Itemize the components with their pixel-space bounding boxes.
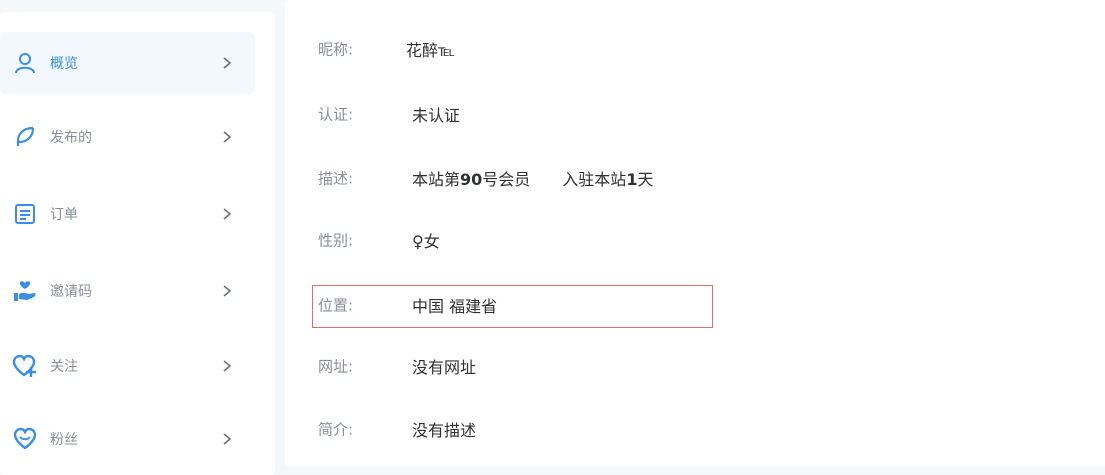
- location-row: 位置: 中国 福建省: [285, 285, 1105, 325]
- sidebar-item-label: 订单: [50, 207, 78, 223]
- nickname-value: 花醉℡: [406, 41, 456, 60]
- description-row: 描述: 本站第90号会员 入驻本站1天: [285, 158, 1105, 198]
- sidebar-item-label: 粉丝: [50, 432, 78, 448]
- feather-icon: [12, 124, 38, 150]
- auth-value: 未认证: [412, 106, 461, 125]
- chevron-right-icon: [223, 57, 232, 69]
- auth-label: 认证:: [318, 105, 354, 124]
- gender-row: 性别: ♀女: [285, 220, 1105, 260]
- intro-label: 简介:: [318, 420, 354, 439]
- location-label: 位置:: [318, 296, 354, 315]
- sidebar-item-overview[interactable]: 概览: [0, 32, 255, 94]
- location-value: 中国 福建省: [412, 297, 498, 316]
- sidebar-item-invite-code[interactable]: 邀请码: [0, 260, 255, 322]
- sidebar-item-orders[interactable]: 订单: [0, 183, 255, 245]
- description-text: 号会员: [482, 170, 531, 189]
- description-text: 天: [637, 170, 654, 189]
- description-text: 入驻本站: [562, 170, 627, 189]
- description-text: 本站第: [412, 170, 461, 189]
- heart-plus-icon: [12, 353, 38, 379]
- sidebar-item-label: 概览: [50, 56, 78, 72]
- nickname-label: 昵称:: [318, 40, 354, 59]
- document-icon: [12, 201, 38, 227]
- sidebar-item-label: 关注: [50, 359, 78, 375]
- gender-label: 性别:: [318, 231, 354, 250]
- profile-panel: 昵称: 花醉℡ 认证: 未认证 描述: 本站第90号会员 入驻本站1天 性别: ♀…: [285, 0, 1105, 466]
- heart-hand-icon: [12, 278, 38, 304]
- description-value: 本站第90号会员 入驻本站1天: [412, 166, 653, 190]
- description-label: 描述:: [318, 169, 354, 188]
- website-value: 没有网址: [412, 358, 477, 377]
- sidebar: 概览 发布的 订单 邀请码 关注 粉丝: [0, 12, 275, 475]
- website-label: 网址:: [318, 357, 354, 376]
- sidebar-item-following[interactable]: 关注: [0, 335, 255, 397]
- join-days: 1: [626, 170, 638, 189]
- sidebar-item-fans[interactable]: 粉丝: [0, 408, 255, 470]
- chevron-right-icon: [223, 360, 232, 372]
- nickname-row: 昵称: 花醉℡: [285, 29, 1105, 69]
- member-number: 90: [460, 170, 483, 189]
- chevron-right-icon: [223, 208, 232, 220]
- chevron-right-icon: [223, 285, 232, 297]
- gender-value: ♀女: [412, 232, 440, 251]
- auth-row: 认证: 未认证: [285, 94, 1105, 134]
- website-row: 网址: 没有网址: [285, 346, 1105, 386]
- chevron-right-icon: [223, 131, 232, 143]
- intro-value: 没有描述: [412, 421, 477, 440]
- intro-row: 简介: 没有描述: [285, 409, 1105, 449]
- user-icon: [12, 50, 38, 76]
- sidebar-item-label: 发布的: [50, 130, 92, 146]
- sidebar-item-published[interactable]: 发布的: [0, 106, 255, 168]
- heart-icon: [12, 426, 38, 452]
- sidebar-item-label: 邀请码: [50, 284, 92, 300]
- chevron-right-icon: [223, 433, 232, 445]
